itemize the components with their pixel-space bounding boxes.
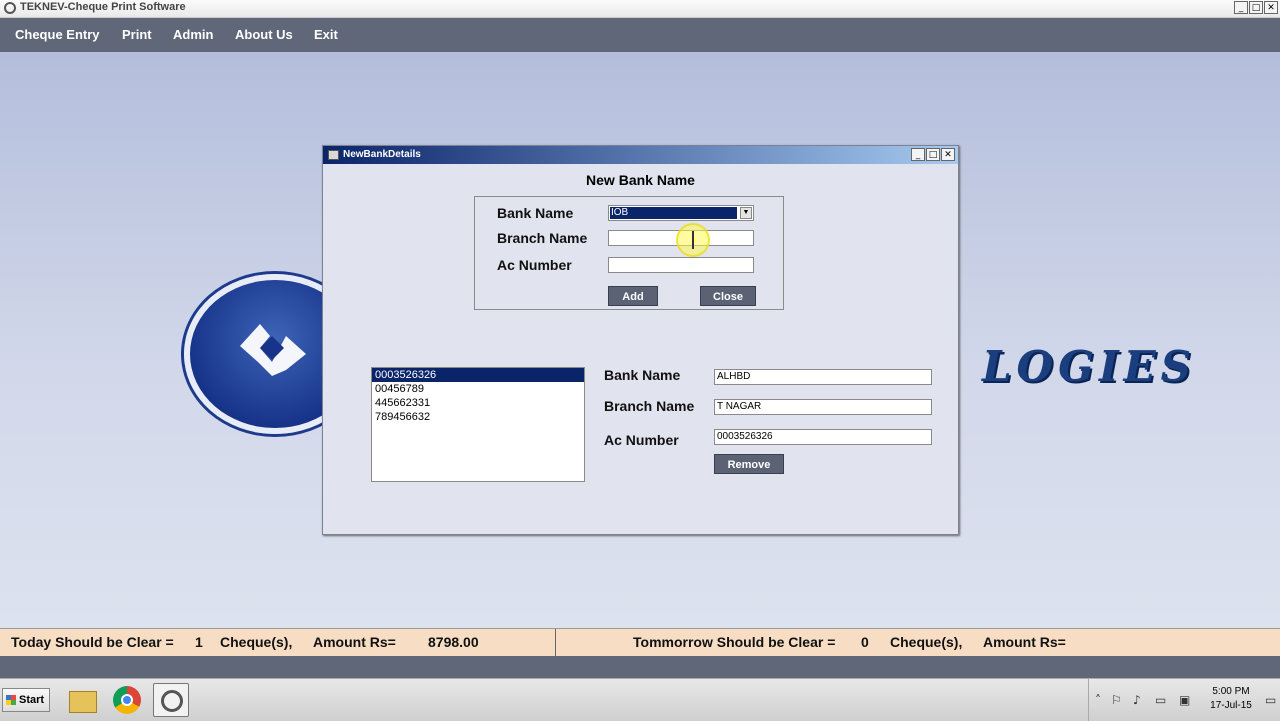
app-title: TEKNEV-Cheque Print Software [20, 1, 186, 13]
bank-name-label: Bank Name [497, 205, 574, 221]
windows-logo-icon [6, 695, 16, 705]
dialog-window-controls: _ □ ✕ [911, 148, 955, 161]
clock[interactable]: 5:00 PM 17-Jul-15 [1205, 685, 1257, 713]
detail-branch-name-field[interactable]: T NAGAR [714, 399, 932, 415]
network-icon[interactable]: ▭ [1155, 693, 1166, 707]
menu-bar: Cheque Entry Print Admin About Us Exit [0, 18, 1280, 52]
maximize-button[interactable]: □ [1249, 1, 1263, 14]
bottom-strip [0, 656, 1280, 678]
clock-date: 17-Jul-15 [1210, 700, 1252, 711]
tomorrow-clear-label: Tommorrow Should be Clear = [633, 634, 836, 650]
detail-branch-name-label: Branch Name [604, 398, 695, 414]
detail-ac-number-label: Ac Number [604, 432, 679, 448]
dialog-title: NewBankDetails [343, 149, 421, 160]
status-divider [555, 629, 556, 656]
dialog-maximize-button[interactable]: □ [926, 148, 940, 161]
teknev-app-icon [161, 690, 183, 712]
dialog-title-bar: NewBankDetails _ □ ✕ [323, 146, 958, 164]
text-cursor-icon [692, 231, 694, 249]
chrome-taskbar-button[interactable] [109, 683, 145, 717]
logo-text: LOGIES [982, 342, 1196, 391]
app-logo-icon [4, 2, 16, 14]
tomorrow-clear-count: 0 [861, 634, 869, 650]
menu-exit[interactable]: Exit [314, 27, 338, 42]
notification-icon[interactable]: ▣ [1179, 693, 1190, 707]
branch-name-label: Branch Name [497, 230, 588, 246]
today-amount-label: Amount Rs= [313, 634, 396, 650]
dialog-window-icon [328, 150, 339, 160]
menu-admin[interactable]: Admin [173, 27, 213, 42]
show-desktop-icon[interactable]: ▭ [1265, 693, 1276, 707]
clock-time: 5:00 PM [1212, 686, 1250, 697]
mouse-cursor-highlight [676, 223, 710, 257]
tomorrow-cheques-label: Cheque(s), [890, 634, 963, 650]
detail-bank-name-field[interactable]: ALHBD [714, 369, 932, 385]
folder-icon [69, 691, 97, 713]
close-form-button[interactable]: Close [700, 286, 756, 306]
list-item[interactable]: 789456632 [372, 410, 584, 424]
menu-about-us[interactable]: About Us [235, 27, 293, 42]
minimize-button[interactable]: _ [1234, 1, 1248, 14]
logo-mark-icon [240, 324, 306, 376]
start-label: Start [19, 694, 45, 706]
detail-ac-number-field[interactable]: 0003526326 [714, 429, 932, 445]
ac-number-label: Ac Number [497, 257, 572, 273]
list-item[interactable]: 00456789 [372, 382, 584, 396]
dialog-heading: New Bank Name [586, 172, 695, 188]
close-button[interactable]: ✕ [1264, 1, 1278, 14]
bank-name-select[interactable]: IOB ▼ [608, 205, 754, 221]
menu-print[interactable]: Print [122, 27, 152, 42]
list-item[interactable]: 0003526326 [372, 368, 584, 382]
menu-cheque-entry[interactable]: Cheque Entry [15, 27, 100, 42]
dialog-close-button[interactable]: ✕ [941, 148, 955, 161]
tomorrow-amount-label: Amount Rs= [983, 634, 1066, 650]
today-amount-value: 8798.00 [428, 634, 479, 650]
account-list[interactable]: 0003526326 00456789 445662331 789456632 [371, 367, 585, 482]
add-button[interactable]: Add [608, 286, 658, 306]
show-hidden-icons-icon[interactable]: ˄ [1095, 693, 1101, 707]
today-cheques-label: Cheque(s), [220, 634, 293, 650]
ac-number-input[interactable] [608, 257, 754, 273]
list-item[interactable]: 445662331 [372, 396, 584, 410]
action-center-flag-icon[interactable]: ⚐ [1111, 693, 1122, 707]
bank-name-selected-value: IOB [610, 207, 737, 219]
volume-icon[interactable]: ♪ [1133, 693, 1141, 707]
start-button[interactable]: Start [2, 688, 50, 712]
system-tray: ˄ ⚐ ♪ ▭ ▣ 5:00 PM 17-Jul-15 ▭ [1088, 679, 1280, 721]
window-controls: _ □ ✕ [1234, 1, 1278, 14]
cheque-status-bar: Today Should be Clear = 1 Cheque(s), Amo… [0, 628, 1280, 657]
new-bank-form: Bank Name IOB ▼ Branch Name Ac Number Ad… [474, 196, 784, 310]
app-title-bar: TEKNEV-Cheque Print Software _ □ ✕ [0, 0, 1280, 18]
today-clear-count: 1 [195, 634, 203, 650]
new-bank-details-dialog: NewBankDetails _ □ ✕ New Bank Name Bank … [322, 145, 959, 535]
today-clear-label: Today Should be Clear = [11, 634, 174, 650]
file-explorer-taskbar-button[interactable] [64, 683, 100, 717]
remove-button[interactable]: Remove [714, 454, 784, 474]
teknev-taskbar-button[interactable] [153, 683, 189, 717]
detail-bank-name-label: Bank Name [604, 367, 681, 383]
taskbar: Start ˄ ⚐ ♪ ▭ ▣ 5:00 PM 17-Jul-15 ▭ [0, 678, 1280, 721]
dropdown-arrow-icon[interactable]: ▼ [740, 207, 752, 219]
dialog-minimize-button[interactable]: _ [911, 148, 925, 161]
chrome-icon [113, 686, 141, 714]
